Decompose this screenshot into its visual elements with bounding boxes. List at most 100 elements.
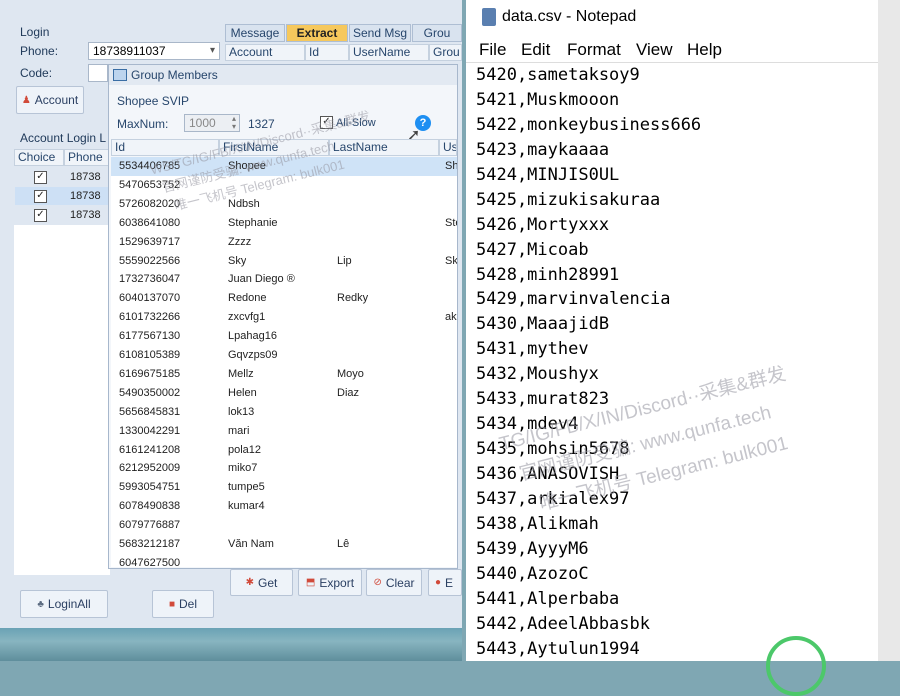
- cell-id: 6161241208: [119, 443, 181, 456]
- table-row[interactable]: 6038641080 Stephanie Ste: [111, 214, 457, 233]
- get-icon: ✱: [245, 577, 255, 588]
- group-name: Shopee SVIP: [117, 94, 190, 108]
- gm-col-lastname[interactable]: LastName: [329, 139, 439, 156]
- account-row[interactable]: ✓ 18738: [15, 187, 110, 205]
- menu-format[interactable]: Format: [567, 40, 621, 60]
- table-row[interactable]: 5534406785 Shopee Sh: [111, 157, 457, 176]
- cell-last: Lip: [337, 254, 352, 267]
- notepad-text-area[interactable]: 5420,sametaksoy9 5421,Muskmooon 5422,monke…: [476, 63, 701, 662]
- text-line: 5434,mdev4: [476, 414, 579, 435]
- text-line: 5430,MaaajidB: [476, 314, 610, 335]
- cell-id: 5470653752: [119, 178, 181, 191]
- table-row[interactable]: 6212952009 miko7: [111, 459, 457, 478]
- cell-first: Helen: [228, 386, 257, 399]
- gm-col-firstname[interactable]: FirstName: [219, 139, 329, 156]
- cell-first: miko7: [228, 462, 258, 475]
- phone-select[interactable]: 18738911037 ▾: [88, 42, 220, 60]
- account-checkbox[interactable]: ✓: [34, 190, 47, 203]
- table-row[interactable]: 5726082020 Ndbsh: [111, 195, 457, 214]
- cell-id: 6177567130: [119, 330, 181, 343]
- code-input[interactable]: [88, 64, 108, 82]
- cell-first: Văn Nam: [228, 538, 274, 550]
- cell-us: Sk: [445, 254, 457, 267]
- text-line: 5428,minh28991: [476, 264, 620, 285]
- text-line: 5440,AzozoC: [476, 563, 589, 584]
- chevron-down-icon[interactable]: ▾: [210, 43, 215, 58]
- table-row[interactable]: 5490350002 Helen Diaz: [111, 384, 457, 403]
- table-row[interactable]: 5656845831 lok13: [111, 403, 457, 422]
- del-button[interactable]: ■ Del: [152, 590, 214, 618]
- account-checkbox[interactable]: ✓: [34, 171, 47, 184]
- table-row[interactable]: 5993054751 tumpe5: [111, 478, 457, 497]
- table-row[interactable]: 6040137070 Redone Redky: [111, 289, 457, 308]
- table-row[interactable]: 6078490838 kumar4: [111, 497, 457, 516]
- tab-extract[interactable]: Extract: [286, 24, 348, 42]
- table-row[interactable]: 6108105389 Gqvzps09: [111, 346, 457, 365]
- clear-button[interactable]: ⊘ Clear: [366, 569, 422, 596]
- maxnum-label: MaxNum:: [117, 117, 169, 131]
- account-checkbox[interactable]: ✓: [34, 209, 47, 222]
- text-line: 5422,monkeybusiness666: [476, 114, 702, 135]
- clear-icon: ⊘: [373, 577, 382, 588]
- tab-message[interactable]: Message: [225, 24, 285, 42]
- table-row[interactable]: 5559022566 Sky Lip Sk: [111, 252, 457, 271]
- account-row[interactable]: ✓ 18738: [15, 206, 110, 224]
- cell-last: Moyo: [337, 367, 364, 380]
- notepad-icon: [482, 8, 496, 26]
- tab-send-msg[interactable]: Send Msg: [349, 24, 411, 42]
- table-row[interactable]: 1732736047 Juan Diego ®: [111, 270, 457, 289]
- cell-first: Juan Diego ®: [228, 273, 295, 286]
- choice-header[interactable]: Choice: [14, 149, 64, 166]
- col-group[interactable]: Grou: [429, 44, 462, 61]
- loginall-button[interactable]: ♣ LoginAll: [20, 590, 108, 618]
- gm-col-username[interactable]: Us: [439, 139, 457, 156]
- tab-group[interactable]: Grou: [412, 24, 462, 42]
- member-count: 1327: [248, 117, 275, 131]
- text-line: 5423,maykaaaa: [476, 139, 610, 160]
- phone-select-value: 18738911037: [93, 44, 166, 58]
- e-button[interactable]: ● E: [428, 569, 462, 596]
- account-row[interactable]: ✓ 18738: [15, 168, 110, 186]
- allslow-checkbox[interactable]: ✓: [320, 116, 333, 129]
- table-row[interactable]: 6177567130 Lpahag16: [111, 327, 457, 346]
- phone-label: Phone:: [20, 44, 59, 58]
- cell-id: 5490350002: [119, 386, 181, 399]
- menu-view[interactable]: View: [636, 40, 673, 60]
- bulk-tool-window: Login Phone: 18738911037 ▾ Code: ♟ Accou…: [0, 0, 462, 661]
- notepad-window: data.csv - Notepad File Edit Format View…: [466, 0, 900, 696]
- stepper-icon[interactable]: ▴ ▾: [232, 115, 236, 131]
- text-line: 5442,AdeelAbbasbk: [476, 613, 650, 634]
- members-grid[interactable]: 5534406785 Shopee Sh 5470653752 5726082020 Nd…: [111, 157, 457, 567]
- menu-file[interactable]: File: [479, 40, 506, 60]
- table-row[interactable]: 1529639717 Zzzz: [111, 233, 457, 252]
- login-group-title: Login: [20, 25, 50, 39]
- table-row[interactable]: 5470653752: [111, 176, 457, 195]
- table-row[interactable]: 6169675185 Mellz Moyo: [111, 365, 457, 384]
- table-row[interactable]: 6101732266 zxcvfg1 ak: [111, 308, 457, 327]
- col-account[interactable]: Account: [225, 44, 305, 61]
- text-line: 5441,Alperbaba: [476, 588, 620, 609]
- table-row[interactable]: 5683212187 Văn Nam Lê: [111, 535, 457, 554]
- maxnum-input[interactable]: 1000 ▴ ▾: [184, 114, 240, 132]
- cell-first: zxcvfg1: [228, 311, 266, 324]
- text-line: 5438,Alikmah: [476, 513, 599, 534]
- table-row[interactable]: 1330042291 mari: [111, 422, 457, 441]
- gm-col-id[interactable]: Id: [111, 139, 219, 156]
- menu-help[interactable]: Help: [687, 40, 722, 60]
- export-button[interactable]: ⬒ Export: [298, 569, 362, 596]
- col-id[interactable]: Id: [305, 44, 349, 61]
- account-button[interactable]: ♟ Account: [16, 86, 84, 114]
- table-row[interactable]: 6079776887: [111, 516, 457, 535]
- table-row[interactable]: 6161241208 pola12: [111, 441, 457, 460]
- cell-id: 1529639717: [119, 235, 181, 248]
- cell-id: 5683212187: [119, 538, 181, 550]
- menu-edit[interactable]: Edit: [521, 40, 550, 60]
- table-row[interactable]: 6047627500: [111, 554, 457, 567]
- col-username[interactable]: UserName: [349, 44, 429, 61]
- get-button[interactable]: ✱ Get: [230, 569, 293, 596]
- clear-button-label: Clear: [385, 575, 415, 590]
- cell-id: 6038641080: [119, 216, 181, 229]
- phone-header[interactable]: Phone: [64, 149, 110, 166]
- cell-id: 6047627500: [119, 556, 181, 567]
- code-label: Code:: [20, 66, 53, 80]
